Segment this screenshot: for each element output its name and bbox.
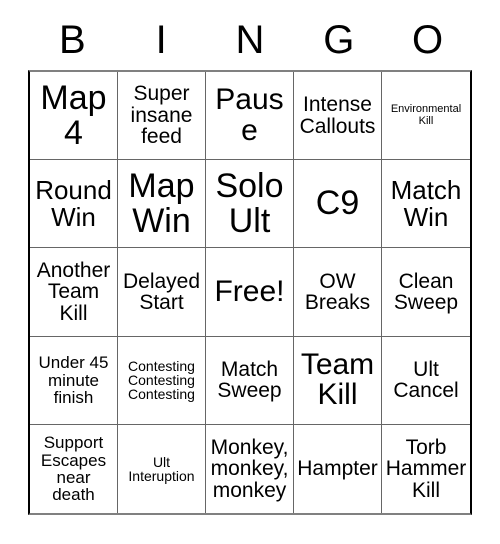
bingo-cell[interactable]: Intense Callouts [294, 72, 382, 161]
bingo-cell-label: C9 [315, 184, 360, 223]
bingo-cell-label: Intense Callouts [299, 93, 376, 138]
bingo-cell-label: Clean Sweep [393, 269, 459, 314]
bingo-cell[interactable]: Support Escapes near death [30, 424, 118, 513]
bingo-cell[interactable]: Clean Sweep [382, 248, 470, 337]
bingo-cell[interactable]: Solo Ult [206, 160, 294, 249]
bingo-cell[interactable]: Ult Cancel [382, 336, 470, 425]
bingo-cell-label: Map Win [128, 167, 195, 240]
bingo-cell[interactable]: Team Kill [294, 336, 382, 425]
bingo-header-letter-n: N [235, 18, 265, 62]
bingo-cell-label: OW Breaks [304, 269, 371, 314]
bingo-grid: Map 4 Super insane feed Pause Intense Callo… [28, 70, 472, 515]
bingo-header-letter-i: I [155, 18, 167, 62]
bingo-cell[interactable]: Contesting Contesting Contesting [118, 336, 206, 425]
bingo-cell-label: Map 4 [40, 78, 107, 152]
bingo-cell-label: Round Win [35, 175, 112, 232]
bingo-cell[interactable]: Map Win [118, 160, 206, 249]
bingo-header-letter-g: G [323, 18, 355, 62]
bingo-cell[interactable]: Another Team Kill [30, 248, 118, 337]
bingo-cell-label: Free! [214, 274, 285, 308]
bingo-cell-label: Ult Interuption [128, 453, 195, 484]
bingo-cell[interactable]: Super insane feed [118, 72, 206, 161]
bingo-cell-label: Super insane feed [130, 82, 193, 149]
bingo-cell[interactable]: C9 [294, 160, 382, 249]
bingo-cell[interactable]: Pause [206, 72, 294, 161]
bingo-cell-label: Torb Hammer Kill [385, 435, 467, 502]
bingo-header-letter-b: B [59, 18, 86, 62]
bingo-cell[interactable]: Map 4 [30, 72, 118, 161]
bingo-cell-label: Team Kill [300, 347, 375, 412]
bingo-cell[interactable]: Monkey, monkey, monkey [206, 424, 294, 513]
bingo-cell[interactable]: OW Breaks [294, 248, 382, 337]
bingo-cell-label: Contesting Contesting Contesting [128, 357, 195, 403]
bingo-cell-label: Ult Cancel [393, 357, 459, 403]
bingo-cell-label: Monkey, monkey, monkey [210, 435, 289, 502]
bingo-cell[interactable]: Hampter [294, 424, 382, 513]
bingo-cell-label: Match Win [390, 175, 462, 232]
bingo-cell-label: Solo Ult [215, 167, 284, 240]
bingo-cell-label: Pause [215, 83, 284, 147]
bingo-cell[interactable]: Delayed Start [118, 248, 206, 337]
bingo-cell-label: Environmental Kill [390, 103, 462, 127]
bingo-cell-label: Match Sweep [217, 357, 282, 403]
bingo-cell[interactable]: Under 45 minute finish [30, 336, 118, 425]
bingo-cell[interactable]: Match Sweep [206, 336, 294, 425]
bingo-cell-free-space[interactable]: Free! [206, 248, 294, 337]
bingo-cell-label: Delayed Start [122, 269, 201, 314]
bingo-cell-label: Another Team Kill [36, 258, 111, 325]
bingo-cell-label: Support Escapes near death [40, 433, 107, 505]
bingo-cell-label: Under 45 minute finish [38, 353, 109, 407]
bingo-cell[interactable]: Torb Hammer Kill [382, 424, 470, 513]
bingo-header-row: B I N G O [28, 10, 472, 70]
bingo-header-letter-o: O [412, 18, 444, 62]
bingo-cell[interactable]: Environmental Kill [382, 72, 470, 161]
bingo-cell[interactable]: Match Win [382, 160, 470, 249]
bingo-cell-label: Hampter [297, 457, 378, 481]
bingo-cell[interactable]: Ult Interuption [118, 424, 206, 513]
bingo-card: B I N G O Map 4 Super insane feed Pause Int… [28, 10, 472, 515]
bingo-cell[interactable]: Round Win [30, 160, 118, 249]
